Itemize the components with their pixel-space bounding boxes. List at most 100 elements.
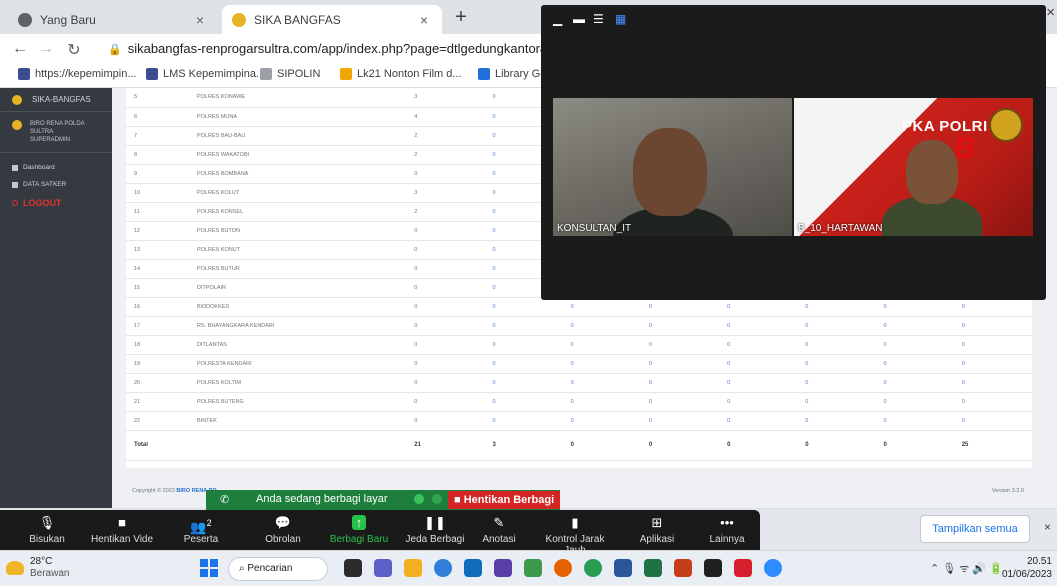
taskbar-search[interactable]: ⌕ Pencarian	[228, 557, 328, 581]
sidebar-item-logout[interactable]: LOGOUT	[0, 193, 112, 213]
share-message: Anda sedang berbagi layar	[256, 493, 388, 505]
bandicam-icon[interactable]	[734, 559, 752, 577]
sidebar-item-data-satker[interactable]: DATA SATKER	[0, 176, 112, 193]
row-number: 17	[126, 316, 189, 336]
window-close-icon[interactable]: ×	[1046, 4, 1055, 21]
toolbar-button-pen[interactable]: ✎ Anotasi	[464, 512, 534, 550]
firefox-icon[interactable]	[554, 559, 572, 577]
satker-name: BINTEK	[189, 411, 407, 431]
bookmark-item[interactable]: LMS Kepemimpina...	[146, 68, 265, 80]
video-camera-icon: ■	[118, 515, 126, 530]
show-all-downloads-button[interactable]: Tampilkan semua	[920, 515, 1030, 543]
gallery-view-icon[interactable]: ▦	[615, 12, 626, 28]
windows-taskbar: 28°C Berawan ⌕ Pencarian ⌃ 🎙 ᯤ 🔊 🔋 20.51…	[0, 550, 1057, 586]
value-cell: 0	[562, 316, 641, 336]
value-cell: 0	[484, 373, 563, 393]
bookmark-item[interactable]: https://kepemimpin...	[18, 68, 137, 80]
sidebar-brand[interactable]: SIKA-BANGFAS	[0, 88, 112, 112]
strip-view-icon[interactable]: ☰	[593, 12, 604, 28]
value-cell: 0	[640, 373, 720, 393]
phone-icon: ✆	[220, 494, 230, 506]
stop-share-button[interactable]: ■ Hentikan Berbagi	[448, 491, 560, 509]
tab-title: Yang Baru	[40, 12, 96, 27]
powerpoint-icon[interactable]	[674, 559, 692, 577]
store-icon[interactable]	[464, 559, 482, 577]
word-icon[interactable]	[614, 559, 632, 577]
teams-chat-icon[interactable]	[374, 559, 392, 577]
pause-icon: ❚❚	[424, 515, 446, 530]
tab-yang-baru[interactable]: Yang Baru ×	[8, 5, 218, 34]
value-cell: 0	[875, 392, 954, 412]
video-tile-konsultan[interactable]: KONSULTAN_IT	[553, 98, 792, 236]
row-number: 5	[126, 88, 189, 108]
value-cell: 0	[797, 411, 876, 431]
weather-widget[interactable]: 28°C Berawan	[6, 556, 69, 580]
tab-title: SIKA BANGFAS	[254, 12, 341, 27]
brand-logo-icon	[12, 94, 22, 105]
value-cell: 0	[406, 392, 485, 412]
toolbar-button-participants[interactable]: 👥2 Peserta	[166, 512, 236, 550]
table-row: 21 POLRES BUTENG 0 0 0 0 0 0 0 0	[126, 392, 1032, 412]
excel-icon[interactable]	[644, 559, 662, 577]
satker-name: POLRES KOLUT	[189, 183, 407, 203]
value-cell: 4	[406, 107, 485, 127]
minimize-video-icon[interactable]: ▁	[553, 12, 562, 28]
temperature: 28°C	[30, 556, 53, 567]
pen-app-icon[interactable]	[704, 559, 722, 577]
value-cell: 0	[953, 354, 1032, 374]
close-tab-icon[interactable]: ×	[416, 12, 432, 28]
value-cell: 0	[406, 164, 485, 184]
toolbar-button-apps[interactable]: ⊞ Aplikasi	[622, 512, 692, 550]
close-tab-icon[interactable]: ×	[192, 12, 208, 28]
zoom-app-icon[interactable]	[764, 559, 782, 577]
sika-logo-icon	[232, 12, 246, 27]
file-explorer-icon[interactable]	[404, 559, 422, 577]
stop-share-label: Hentikan Berbagi	[463, 494, 555, 506]
row-number: 9	[126, 164, 189, 184]
toolbar-button-video-camera[interactable]: ■ Hentikan Vide	[78, 512, 166, 550]
toolbar-button-pause[interactable]: ❚❚ Jeda Berbagi	[400, 512, 470, 550]
close-download-bar-icon[interactable]: ×	[1044, 520, 1051, 534]
video-tile-hartawan[interactable]: PKA POLRI B B_10_HARTAWAN	[794, 98, 1033, 236]
value-cell: 2	[406, 202, 485, 222]
clock[interactable]: 20.51 01/06/2023	[992, 555, 1052, 581]
sidebar: SIKA-BANGFAS BIRO RENA POLDA SULTRA SUPE…	[0, 88, 112, 508]
reload-icon[interactable]: ↻	[64, 40, 84, 60]
row-number: 14	[126, 259, 189, 279]
clipchamp-icon[interactable]	[494, 559, 512, 577]
toolbar-button-mouse[interactable]: ▮Kontrol Jarak Jauh	[540, 512, 610, 556]
edge-icon[interactable]	[434, 559, 452, 577]
row-number: 18	[126, 335, 189, 355]
back-icon[interactable]: ←	[10, 40, 30, 58]
bookmark-item[interactable]: SIPOLIN	[260, 68, 320, 80]
weather-condition: Berawan	[30, 568, 70, 579]
bookmark-label: LMS Kepemimpina...	[163, 68, 266, 80]
participant-name: B_10_HARTAWAN	[798, 223, 883, 234]
row-number: 8	[126, 145, 189, 165]
toolbar-button-chat[interactable]: 💬 Obrolan	[248, 512, 318, 550]
satker-name: POLRES BOMBANA	[189, 164, 407, 184]
total-label: Total	[126, 430, 189, 461]
bookmark-item[interactable]: Lk21 Nonton Film d...	[340, 68, 462, 80]
shield-icon[interactable]	[432, 494, 442, 504]
total-row: Total 21 3 0 0 0 0 0 25	[126, 430, 1032, 461]
toolbar-button-more[interactable]: ••• Lainnya	[692, 512, 762, 550]
speaker-view-icon[interactable]: ▬	[573, 12, 585, 28]
user-role: SUPERADMIN	[30, 137, 71, 143]
xbox-icon[interactable]	[524, 559, 542, 577]
value-cell: 0	[719, 316, 798, 336]
toolbar-button-share-screen[interactable]: ↑ Berbagi Baru	[324, 512, 394, 550]
chrome-icon[interactable]	[584, 559, 602, 577]
satker-name: POLRES BUTENG	[189, 392, 407, 412]
satker-name: POLRES MUNA	[189, 107, 407, 127]
toolbar-button-microphone[interactable]: 🎙 Bisukan	[12, 512, 82, 550]
tab-sika-bangfas[interactable]: SIKA BANGFAS ×	[222, 5, 442, 34]
table-row: 20 POLRES KOLTIM 0 0 0 0 0 0 0 0	[126, 373, 1032, 393]
task-view-icon[interactable]	[344, 559, 362, 577]
url-field[interactable]: 🔒 sikabangfas-renprogarsultra.com/app/ind…	[108, 38, 548, 60]
start-icon[interactable]	[200, 559, 218, 577]
new-tab-button[interactable]: +	[448, 6, 474, 30]
apps-icon: ⊞	[651, 515, 663, 530]
sidebar-item-dashboard[interactable]: Dashboard	[0, 159, 112, 176]
forward-icon[interactable]: →	[36, 40, 56, 58]
